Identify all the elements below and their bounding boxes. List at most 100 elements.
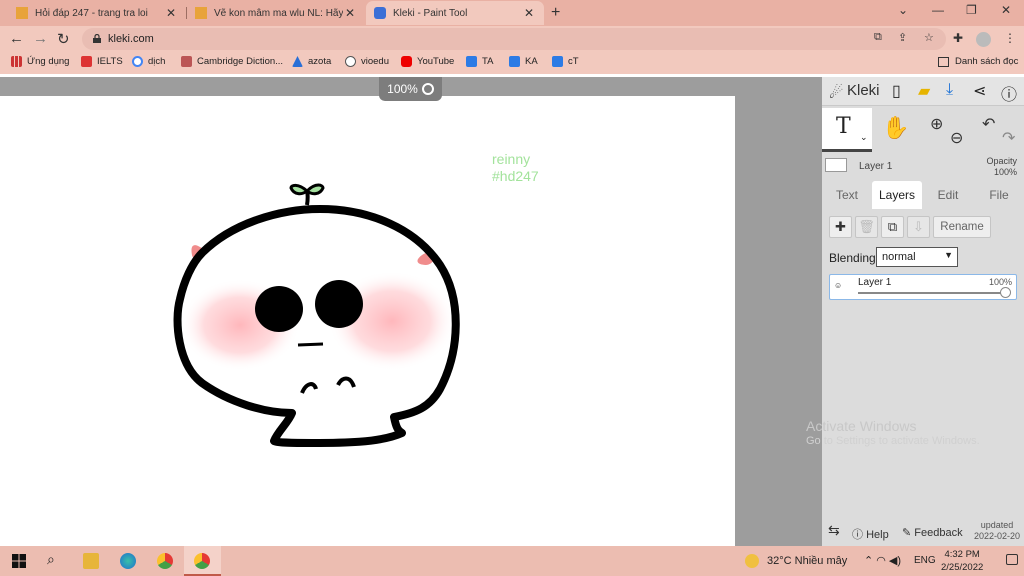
clock-time: 4:32 PM [944,549,980,560]
clock[interactable]: 4:32 PM 2/25/2022 [941,548,983,574]
new-tab-button[interactable]: + [551,4,560,22]
layer-opacity-knob[interactable] [1000,287,1011,298]
lock-icon[interactable] [93,34,101,43]
language-indicator[interactable]: ENG [914,555,936,566]
help-label: Help [866,529,889,541]
bookmark-ielts[interactable]: IELTS [81,56,123,67]
chrome-icon[interactable] [157,553,173,569]
signature-name: reinny [492,151,531,167]
hoidap-favicon-icon [195,7,207,19]
restore-icon[interactable]: ❐ [966,3,977,17]
new-image-icon[interactable]: ▯ [892,81,901,101]
close-window-icon[interactable]: ✕ [1001,3,1011,17]
left-eye [255,286,303,332]
layer-opacity-slider[interactable] [858,292,1008,294]
cambridge-shield-icon [181,56,192,67]
add-layer-button[interactable]: ✚ [829,216,852,238]
opacity-label: Opacity [986,156,1017,166]
delete-layer-button[interactable]: 🗑 [855,216,878,238]
zoom-indicator[interactable]: 100% [379,77,442,101]
classroom-icon [552,56,563,67]
bookmark-ta[interactable]: TA [466,56,493,67]
minimize-icon[interactable]: — [932,3,944,17]
help-button[interactable]: ⓘ Help [852,526,889,542]
reload-icon[interactable]: ↻ [57,30,70,48]
bookmark-dich[interactable]: dịch [132,56,165,67]
tab-ve-kon[interactable]: Vẽ kon mâm ma wlu NL: Hãy viế ✕ [187,1,365,25]
system-tray-icons[interactable]: ⌃ ◠ ◀) [864,554,901,567]
tab-hoidap[interactable]: Hỏi đáp 247 - trang tra loi ✕ [8,1,186,25]
swap-side-icon[interactable]: ⇆ [828,522,840,539]
tab-text[interactable]: Text [822,181,872,209]
download-icon[interactable]: ⤓ [946,81,953,99]
close-tab-icon[interactable]: ✕ [164,6,178,20]
bookmark-youtube[interactable]: YouTube [401,56,454,67]
zoom-in-icon[interactable]: ⊕ [930,114,943,134]
bookmark-star-icon[interactable]: ☆ [924,31,934,44]
bookmark-cambridge[interactable]: Cambridge Diction... [181,56,283,67]
hand-tool-icon[interactable]: ✋ [882,115,909,141]
bookmark-vioedu[interactable]: vioedu [345,56,389,67]
tab-file[interactable]: File [974,181,1024,209]
tab-search-chevron-icon[interactable]: ⌄ [898,3,908,17]
browser-tab-strip: Hỏi đáp 247 - trang tra loi ✕ Vẽ kon mâm… [0,0,1024,26]
close-tab-icon[interactable]: ✕ [343,6,357,20]
blending-value: normal [882,251,916,263]
notifications-icon[interactable] [1006,554,1018,565]
windows-start-icon[interactable] [11,553,27,569]
merge-down-button[interactable]: ⇩ [907,216,930,238]
mouth [297,342,324,347]
reading-list-button[interactable]: Danh sách đọc [938,56,1018,67]
bookmark-azota[interactable]: azota [292,56,331,67]
share-page-icon[interactable]: ⇪ [898,31,907,44]
tab-layers[interactable]: Layers [872,181,922,209]
blending-mode-select[interactable]: normal ▼ [876,247,958,267]
profile-avatar[interactable] [976,32,991,47]
canvas-workspace[interactable]: reinny #hd247 100% [0,77,822,546]
chrome-active-button[interactable] [184,546,221,576]
reading-list-icon [938,56,949,67]
bookmark-label: KA [525,56,538,67]
address-bar[interactable]: kleki.com ⧉ ⇪ ☆ [82,28,946,50]
tool-options-chevron-icon[interactable]: ⌄ [860,132,868,143]
zoom-out-icon[interactable]: ⊖ [950,128,963,148]
bookmark-apps[interactable]: Ứng dụng [11,56,69,67]
current-layer-strip[interactable]: Layer 1 Opacity 100% [822,154,1024,178]
duplicate-layer-button[interactable]: ⧉ [881,216,904,238]
tab-edit[interactable]: Edit [923,181,973,209]
close-tab-icon[interactable]: ✕ [522,6,536,20]
kleki-favicon-icon [374,7,386,19]
layer-list-item[interactable]: ☺ Layer 1 100% [829,274,1017,300]
weather-temperature: 32°C [767,555,792,567]
undo-icon[interactable]: ↶ [982,114,995,134]
browser-menu-icon[interactable]: ⋮ [1004,31,1016,45]
clock-date: 2/25/2022 [941,562,984,573]
signature-tag: #hd247 [492,168,539,184]
bookmark-ka[interactable]: KA [509,56,538,67]
forward-icon[interactable]: → [33,30,48,47]
edge-icon[interactable] [120,553,136,569]
tab-kleki[interactable]: Kleki - Paint Tool ✕ [366,1,544,25]
share-icon[interactable]: ⋖ [973,81,986,101]
updated-label: updated [980,520,1014,530]
drawing-canvas[interactable]: reinny #hd247 [0,96,735,546]
kleki-side-panel: ☄ Kleki ▯ ▰ ⤓ ⋖ ⓘ T ⌄ ✋ ⊕ ⊖ ↶ ↷ Layer 1 … [822,77,1024,546]
translate-icon[interactable]: ⧉ [874,31,882,44]
back-icon[interactable]: ← [9,30,24,47]
weather-widget[interactable]: 32°C Nhiều mây [745,554,847,568]
reset-zoom-icon[interactable] [421,83,434,95]
redo-icon[interactable]: ↷ [1002,128,1015,148]
open-folder-icon[interactable]: ▰ [918,81,930,101]
help-circle-icon[interactable]: ⓘ [1001,81,1017,105]
search-icon[interactable]: ⌕ [47,551,63,567]
bookmark-ct[interactable]: cT [552,56,579,67]
url-text[interactable]: kleki.com [108,33,154,45]
activate-windows-title: Activate Windows [806,418,917,434]
feedback-button[interactable]: ✎ Feedback [902,526,963,539]
text-tool-button[interactable]: T ⌄ [822,108,872,152]
text-tool-icon: T [836,114,851,139]
rename-layer-button[interactable]: Rename [933,216,991,238]
activate-windows-subtitle: Go to Settings to activate Windows. [806,435,980,447]
extensions-icon[interactable]: ✚ [953,31,963,45]
file-explorer-icon[interactable] [83,553,99,569]
